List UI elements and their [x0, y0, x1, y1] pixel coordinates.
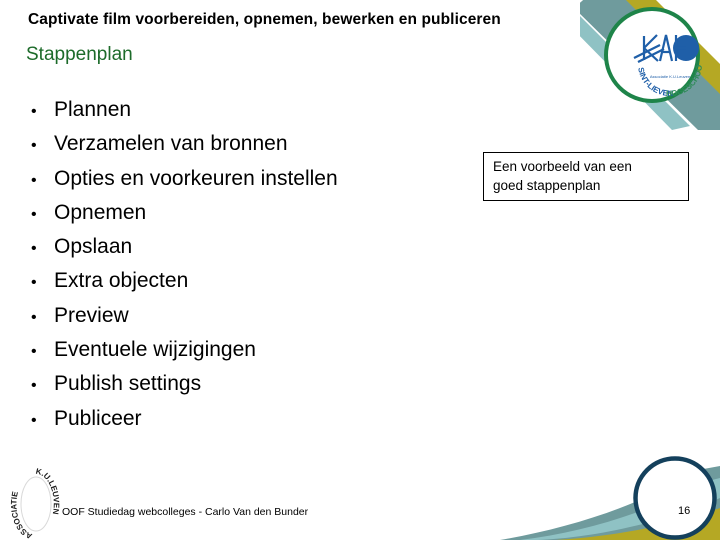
- presentation-slide: SINT-LIEVEN HOGESCHOOL Associatie K.U.Le…: [0, 0, 720, 540]
- bottom-circle-inner-ring: [635, 458, 715, 538]
- step-item: • Publish settings: [22, 367, 462, 401]
- step-label: Eventuele wijzigingen: [54, 338, 256, 362]
- step-label: Publiceer: [54, 406, 142, 430]
- step-label: Opties en voorkeuren instellen: [54, 166, 338, 190]
- step-label: Verzamelen van bronnen: [54, 132, 288, 156]
- step-label: Opnemen: [54, 200, 147, 224]
- bottom-circle-fill: [637, 460, 713, 536]
- bottom-gold-swoosh: [556, 508, 720, 540]
- bullet-icon: •: [31, 205, 37, 223]
- bottom-teal-swoosh: [500, 466, 720, 540]
- slide-subtitle: Stappenplan: [26, 44, 133, 65]
- bullet-icon: •: [31, 171, 37, 189]
- kaho-subline: Associatie K.U.Leuven: [650, 74, 690, 79]
- bullet-icon: •: [31, 137, 37, 155]
- step-label: Extra objecten: [54, 269, 189, 293]
- step-item: • Verzamelen van bronnen: [22, 127, 462, 161]
- bottom-right-decoration: [500, 456, 720, 540]
- step-label: Publish settings: [54, 372, 202, 396]
- step-item: • Extra objecten: [22, 264, 462, 298]
- callout-line-1: Een voorbeeld van een: [493, 159, 632, 174]
- footer-text: OOF Studiedag webcolleges - Carlo Van de…: [62, 506, 309, 518]
- callout-line-2: goed stappenplan: [493, 178, 601, 193]
- bullet-icon: •: [31, 343, 37, 361]
- step-label: Preview: [54, 303, 129, 327]
- step-item: • Preview: [22, 299, 462, 333]
- step-label: Opslaan: [54, 235, 133, 259]
- bottom-circle-outline: [633, 456, 717, 540]
- example-callout-box: Een voorbeeld van een goed stappenplan: [483, 152, 689, 201]
- bullet-icon: •: [31, 377, 37, 395]
- ku-leuven-text-left: ASSOCIATIE: [9, 490, 33, 540]
- step-item: • Opnemen: [22, 196, 462, 230]
- ku-leuven-oval: [20, 476, 52, 532]
- bullet-icon: •: [31, 274, 37, 292]
- kaho-sint-lieven-hogeschool-logo: SINT-LIEVEN HOGESCHOOL Associatie K.U.Le…: [624, 12, 704, 98]
- step-item: • Opties en voorkeuren instellen: [22, 162, 462, 196]
- slide-title: Captivate film voorbereiden, opnemen, be…: [28, 11, 501, 28]
- step-item: • Eventuele wijzigingen: [22, 333, 462, 367]
- ku-leuven-text-right: K.U.LEUVEN: [35, 468, 61, 515]
- step-item: • Opslaan: [22, 230, 462, 264]
- step-label: Plannen: [54, 98, 132, 121]
- associatie-ku-leuven-logo: ASSOCIATIE K.U.LEUVEN: [9, 468, 61, 540]
- page-number: 16: [678, 505, 691, 517]
- bullet-icon: •: [31, 103, 37, 120]
- step-item: • Plannen: [22, 93, 462, 127]
- bullet-icon: •: [31, 308, 37, 326]
- steps-list: • Plannen • Verzamelen van bronnen • Opties e…: [22, 93, 462, 436]
- bullet-icon: •: [31, 240, 37, 258]
- bullet-icon: •: [31, 411, 37, 429]
- step-item: • Publiceer: [22, 402, 462, 436]
